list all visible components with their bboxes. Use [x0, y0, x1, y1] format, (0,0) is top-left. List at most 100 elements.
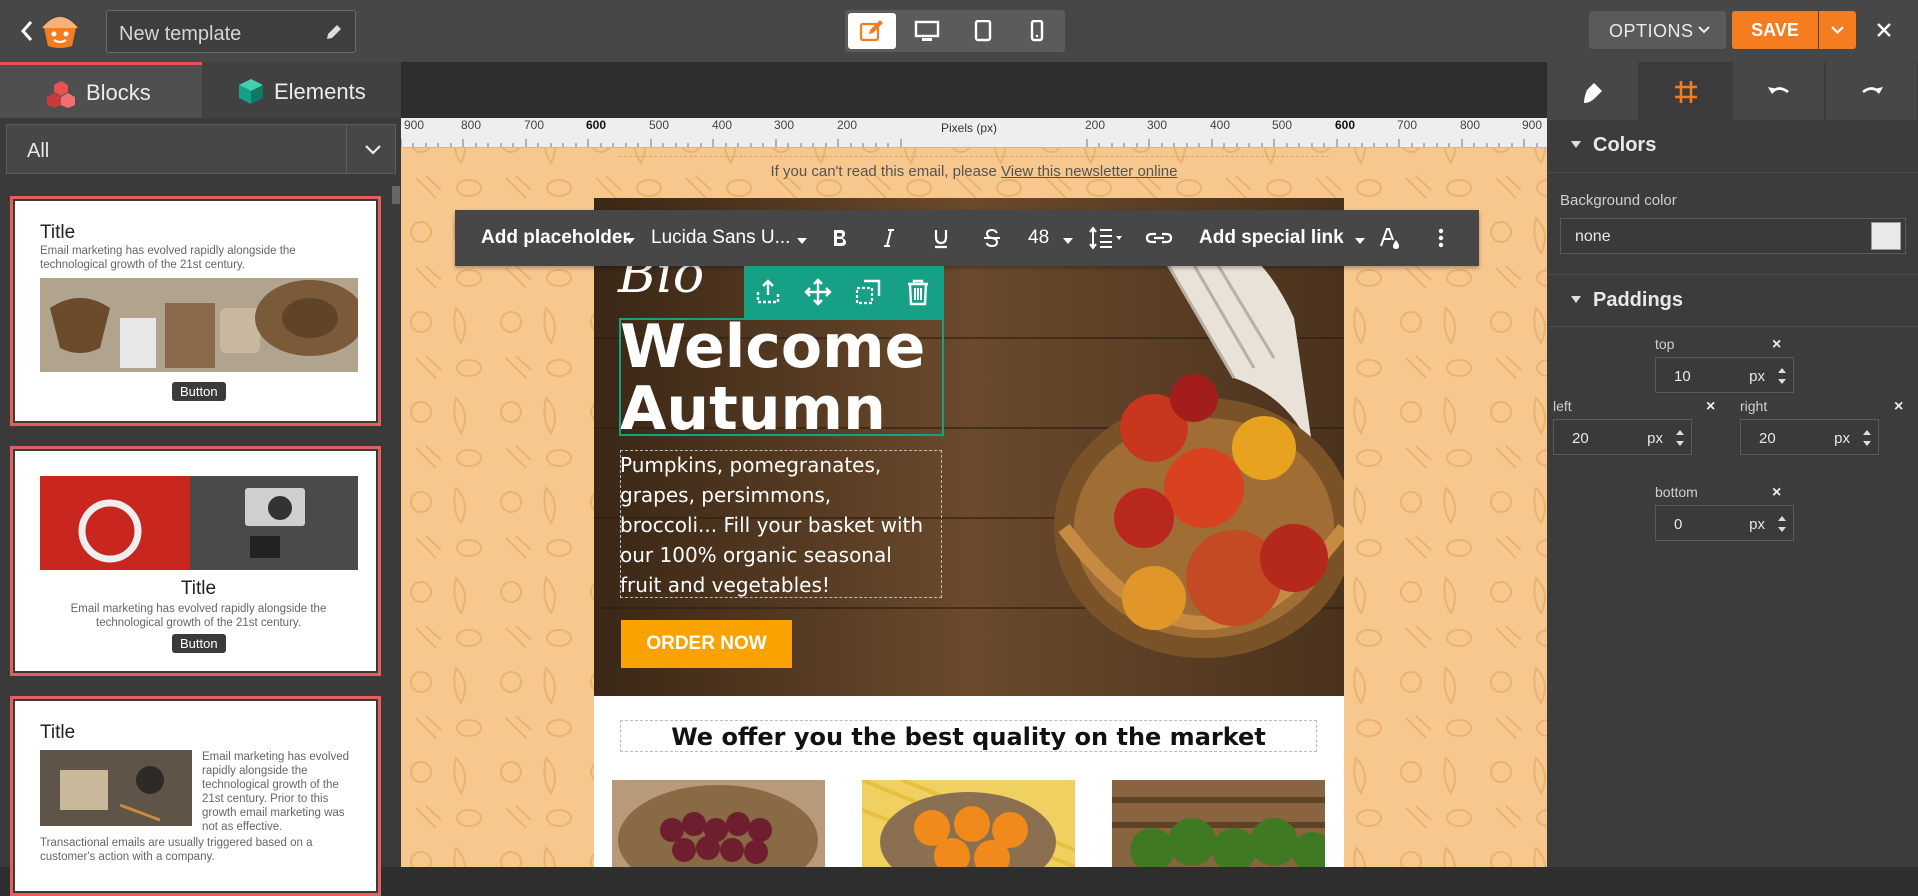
link-icon[interactable] — [1145, 226, 1173, 250]
broccoli-image — [1112, 780, 1325, 867]
product-image-broccoli[interactable] — [1112, 780, 1325, 867]
settings-panel: Colors Background color none Paddings to… — [1547, 62, 1918, 867]
view-online-link[interactable]: View this newsletter online — [1001, 163, 1177, 180]
blocks-scrollbar-thumb[interactable] — [392, 186, 400, 204]
block-preview: Title Email marketing has evolved rapidl… — [16, 702, 375, 890]
block-image — [40, 278, 358, 372]
save-button[interactable]: SAVE — [1732, 11, 1818, 49]
more-options-icon[interactable] — [1435, 226, 1447, 250]
stepper-icon[interactable] — [1777, 366, 1787, 386]
block-image — [40, 750, 192, 826]
padding-bottom-label: bottom — [1655, 484, 1698, 500]
clear-padding-right-icon[interactable]: × — [1894, 398, 1903, 416]
padding-top-input[interactable]: 10 px — [1655, 357, 1794, 393]
caret-down-icon — [1355, 238, 1365, 244]
block-filter-select[interactable]: All — [6, 124, 396, 174]
row-guide — [619, 156, 1329, 157]
product-image-persimmons[interactable] — [862, 780, 1075, 867]
divider — [1547, 326, 1918, 327]
offer-heading[interactable]: We offer you the best quality on the mar… — [620, 720, 1317, 752]
divider — [1547, 172, 1918, 173]
redo-button[interactable] — [1826, 62, 1918, 120]
tab-elements-label: Elements — [274, 79, 366, 104]
chevron-left-icon — [20, 21, 33, 41]
caret-down-icon — [1063, 238, 1073, 244]
add-special-link-dropdown[interactable]: Add special link — [1199, 227, 1344, 249]
block-text: Email marketing has evolved rapidly alon… — [40, 245, 296, 271]
pencil-icon[interactable] — [325, 23, 343, 41]
tab-elements[interactable]: Elements — [202, 62, 401, 118]
padding-top-value: 10 — [1674, 368, 1691, 385]
ruler-tick: 400 — [1210, 118, 1231, 132]
block-template-card[interactable]: Title Email marketing has evolved rapidl… — [10, 446, 381, 676]
ruler-tick: 400 — [712, 118, 733, 132]
trash-icon[interactable] — [904, 278, 932, 306]
grid-icon — [1675, 81, 1697, 103]
stepper-icon[interactable] — [1777, 514, 1787, 534]
order-now-button[interactable]: ORDER NOW — [621, 620, 792, 668]
clear-padding-bottom-icon[interactable]: × — [1772, 484, 1781, 502]
padding-left-value: 20 — [1572, 430, 1589, 447]
italic-icon[interactable] — [877, 226, 901, 250]
duplicate-icon[interactable] — [854, 278, 882, 306]
hero-body-text[interactable]: Pumpkins, pomegranates, grapes, persimmo… — [620, 450, 930, 600]
move-up-icon[interactable] — [754, 278, 782, 306]
tablet-view-button[interactable] — [959, 13, 1007, 49]
padding-unit: px — [1834, 430, 1850, 447]
edit-mode-button[interactable] — [848, 13, 896, 49]
bold-icon[interactable] — [827, 226, 851, 250]
tab-appearance[interactable] — [1547, 62, 1639, 120]
text-format-toolbar: Add placeholder Lucida Sans U... 48 Add … — [455, 210, 1479, 266]
padding-left-input[interactable]: 20 px — [1553, 419, 1692, 455]
clear-padding-left-icon[interactable]: × — [1706, 398, 1715, 416]
caret-down-icon — [797, 238, 807, 244]
block-template-card[interactable]: Title Email marketing has evolved rapidl… — [10, 196, 381, 426]
stepper-icon[interactable] — [1675, 428, 1685, 448]
block-template-card[interactable]: Title Email marketing has evolved rapidl… — [10, 696, 381, 896]
padding-right-value: 20 — [1759, 430, 1776, 447]
line-height-icon[interactable] — [1089, 226, 1125, 250]
padding-left-label: left — [1553, 398, 1572, 414]
padding-top-label: top — [1655, 336, 1675, 352]
tab-blocks[interactable]: Blocks — [0, 62, 202, 118]
block-preview: Title Email marketing has evolved rapidl… — [16, 202, 375, 420]
pixel-ruler: 900 800 700 600 500 400 300 200 Pixels (… — [401, 118, 1547, 148]
color-swatch[interactable] — [1871, 222, 1901, 250]
undo-button[interactable] — [1733, 62, 1825, 120]
save-dropdown-button[interactable] — [1819, 11, 1856, 49]
desktop-view-button[interactable] — [903, 13, 951, 49]
persimmons-image — [862, 780, 1075, 867]
drag-move-icon[interactable] — [804, 278, 832, 306]
product-image-grapes[interactable] — [612, 780, 825, 867]
grapes-image — [612, 780, 825, 867]
tab-grid-settings[interactable] — [1640, 62, 1732, 120]
padding-unit: px — [1749, 368, 1765, 385]
template-name: New template — [119, 23, 242, 45]
stepper-icon[interactable] — [1862, 428, 1872, 448]
options-button[interactable]: OPTIONS — [1589, 11, 1726, 49]
mobile-view-button[interactable] — [1013, 13, 1061, 49]
padding-right-input[interactable]: 20 px — [1740, 419, 1879, 455]
background-color-input[interactable]: none — [1560, 218, 1906, 254]
tablet-icon — [974, 20, 992, 42]
flatlay-image — [40, 476, 358, 570]
strikethrough-icon[interactable] — [980, 226, 1004, 250]
underline-icon[interactable] — [929, 226, 953, 250]
back-button[interactable] — [16, 18, 38, 44]
clear-padding-top-icon[interactable]: × — [1772, 336, 1781, 354]
blocks-icon — [47, 81, 75, 108]
close-icon[interactable] — [1874, 20, 1894, 40]
padding-bottom-value: 0 — [1674, 516, 1683, 533]
text-color-icon[interactable] — [1377, 226, 1401, 250]
blocks-scrollbar[interactable] — [390, 184, 400, 867]
template-name-field[interactable]: New template — [106, 10, 356, 53]
view-mode-switcher — [845, 10, 1065, 52]
ruler-tick: 500 — [649, 118, 670, 132]
font-family-dropdown[interactable]: Lucida Sans U... — [651, 227, 790, 249]
paddings-section-toggle[interactable]: Paddings — [1571, 289, 1683, 312]
add-placeholder-dropdown[interactable]: Add placeholder — [481, 227, 630, 249]
padding-bottom-input[interactable]: 0 px — [1655, 505, 1794, 541]
colors-section-toggle[interactable]: Colors — [1571, 134, 1656, 157]
font-size-dropdown[interactable]: 48 — [1028, 227, 1049, 249]
brush-icon — [1584, 83, 1602, 103]
